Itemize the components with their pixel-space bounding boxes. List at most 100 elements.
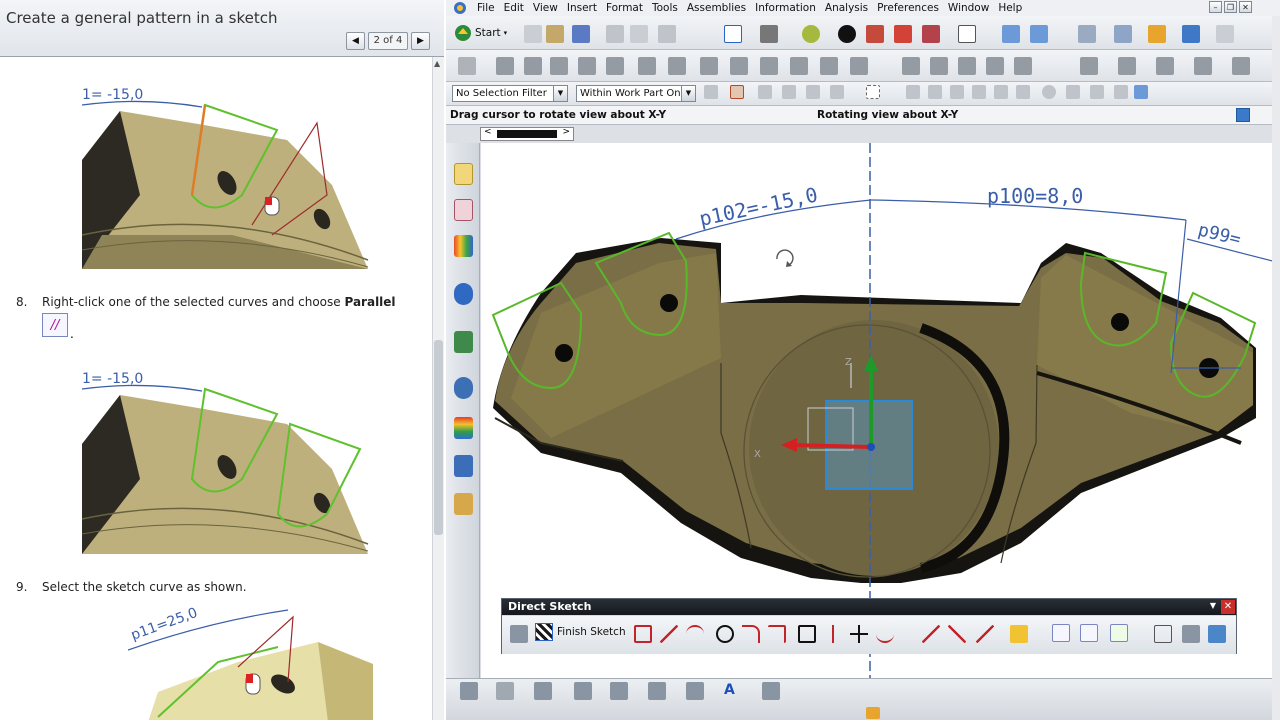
roles-icon[interactable] xyxy=(454,493,473,515)
feature-group-icon[interactable] xyxy=(830,85,844,99)
paste-icon[interactable] xyxy=(658,25,676,43)
quick-extend-icon[interactable] xyxy=(948,625,966,643)
cylinder-icon[interactable] xyxy=(578,57,596,75)
constraints-icon[interactable] xyxy=(1052,624,1070,642)
menu-assemblies[interactable]: Assemblies xyxy=(687,2,746,14)
sew-icon[interactable] xyxy=(986,57,1004,75)
reuse-library-icon[interactable] xyxy=(454,283,473,305)
snap-quadrant-icon[interactable] xyxy=(1042,85,1056,99)
arc-icon[interactable] xyxy=(686,625,704,643)
snap-center-icon[interactable] xyxy=(1016,85,1030,99)
assembly-icon[interactable] xyxy=(1078,25,1096,43)
close-button[interactable]: ✕ xyxy=(1239,1,1252,13)
rapid-dimension-icon[interactable] xyxy=(1010,625,1028,643)
trim-body-icon[interactable] xyxy=(902,57,920,75)
menu-analysis[interactable]: Analysis xyxy=(825,2,868,14)
web-browser-icon[interactable] xyxy=(454,331,473,353)
menu-file[interactable]: File xyxy=(477,2,495,14)
snap-bounded-icon[interactable] xyxy=(1134,85,1148,99)
close-icon[interactable]: ✕ xyxy=(1221,600,1235,614)
show-constraints-icon[interactable] xyxy=(1110,624,1128,642)
edge-blend-icon[interactable] xyxy=(760,57,778,75)
snap-existing-icon[interactable] xyxy=(1090,85,1104,99)
prev-page-button[interactable]: ◀ xyxy=(346,31,365,50)
resize-blend-icon[interactable] xyxy=(1194,57,1212,75)
help-scrollbar[interactable]: ▲ xyxy=(432,57,444,720)
display-objects-icon[interactable] xyxy=(1154,625,1172,643)
dimension-p102[interactable]: p102=-15,0 xyxy=(697,182,820,231)
studio-spline-icon[interactable] xyxy=(876,625,894,643)
snap-midpoint-icon[interactable] xyxy=(928,85,942,99)
make-corner-icon[interactable] xyxy=(976,625,994,643)
boss-icon[interactable] xyxy=(638,57,656,75)
snap-tangent-icon[interactable] xyxy=(994,85,1008,99)
chamfer-icon[interactable] xyxy=(790,57,808,75)
move-face-icon[interactable] xyxy=(1080,57,1098,75)
menu-edit[interactable]: Edit xyxy=(504,2,524,14)
menu-information[interactable]: Information xyxy=(755,2,816,14)
datum-csys-icon[interactable] xyxy=(534,682,552,700)
deselect-icon[interactable] xyxy=(782,85,796,99)
pattern-icon[interactable] xyxy=(700,57,718,75)
offset-face-icon[interactable] xyxy=(930,57,948,75)
fillet-icon[interactable] xyxy=(742,625,760,643)
menu-view[interactable]: View xyxy=(533,2,558,14)
relations-icon[interactable] xyxy=(1182,625,1200,643)
circle-icon[interactable] xyxy=(716,625,734,643)
cut-icon[interactable] xyxy=(606,25,624,43)
constraint-navigator-icon[interactable] xyxy=(454,199,473,221)
undo-icon[interactable] xyxy=(758,85,772,99)
extract-icon[interactable] xyxy=(610,682,628,700)
analysis-icon[interactable] xyxy=(1148,25,1166,43)
chamfer-sketch-icon[interactable] xyxy=(768,625,786,643)
selection-filter-dropdown[interactable]: No Selection Filter ▼ xyxy=(452,85,568,102)
snap-point-icon[interactable] xyxy=(730,85,744,99)
menu-tools[interactable]: Tools xyxy=(652,2,678,14)
snap-intersect-icon[interactable] xyxy=(1066,85,1080,99)
delete-face-icon[interactable] xyxy=(1156,57,1174,75)
rect-select-icon[interactable] xyxy=(866,85,880,99)
chevron-down-icon[interactable]: ▼ xyxy=(1210,601,1216,610)
replace-face-icon[interactable] xyxy=(1014,57,1032,75)
sketch-plane-icon[interactable] xyxy=(510,625,528,643)
sketch-icon[interactable] xyxy=(458,57,476,75)
dimension-p99[interactable]: p99= xyxy=(1196,219,1243,250)
polygon-icon[interactable] xyxy=(824,625,842,643)
start-button[interactable]: Start ▾ xyxy=(454,24,507,42)
menu-window[interactable]: Window xyxy=(948,2,989,14)
history-icon[interactable] xyxy=(454,377,473,399)
filter-settings-icon[interactable] xyxy=(704,85,718,99)
save-icon[interactable] xyxy=(572,25,590,43)
update-icon[interactable] xyxy=(1208,625,1226,643)
snap-onpoint-icon[interactable] xyxy=(1114,85,1128,99)
dimension-p100[interactable]: p100=8,0 xyxy=(987,184,1083,208)
snap-line-icon[interactable] xyxy=(950,85,964,99)
pull-face-icon[interactable] xyxy=(1118,57,1136,75)
hole-icon[interactable] xyxy=(606,57,624,75)
unite-icon[interactable] xyxy=(730,57,748,75)
line-icon[interactable] xyxy=(660,625,678,643)
pmi-icon[interactable] xyxy=(686,682,704,700)
symbol-icon[interactable] xyxy=(762,682,780,700)
more-icon[interactable] xyxy=(1216,25,1234,43)
shell-icon[interactable] xyxy=(820,57,838,75)
assembly-navigator-icon[interactable] xyxy=(454,163,473,185)
part-navigator-icon[interactable] xyxy=(454,235,473,257)
folder-icon[interactable] xyxy=(866,707,880,719)
material-icon[interactable] xyxy=(894,25,912,43)
render-style-icon[interactable] xyxy=(760,25,778,43)
quick-trim-icon[interactable] xyxy=(922,625,940,643)
revolve-icon[interactable] xyxy=(524,57,542,75)
new-icon[interactable] xyxy=(524,25,542,43)
point-set-icon[interactable] xyxy=(574,682,592,700)
datum-axis-icon[interactable] xyxy=(496,682,514,700)
auto-constraint-icon[interactable] xyxy=(1080,624,1098,642)
draft-icon[interactable] xyxy=(850,57,868,75)
snap-endpoint-icon[interactable] xyxy=(906,85,920,99)
part-color-icon[interactable] xyxy=(866,25,884,43)
surface-icon[interactable] xyxy=(1232,57,1250,75)
datum-plane-icon[interactable] xyxy=(460,682,478,700)
resource-slider[interactable]: < > xyxy=(480,127,574,141)
view-icon[interactable] xyxy=(922,25,940,43)
scope-filter-dropdown[interactable]: Within Work Part Only ▼ xyxy=(576,85,696,102)
